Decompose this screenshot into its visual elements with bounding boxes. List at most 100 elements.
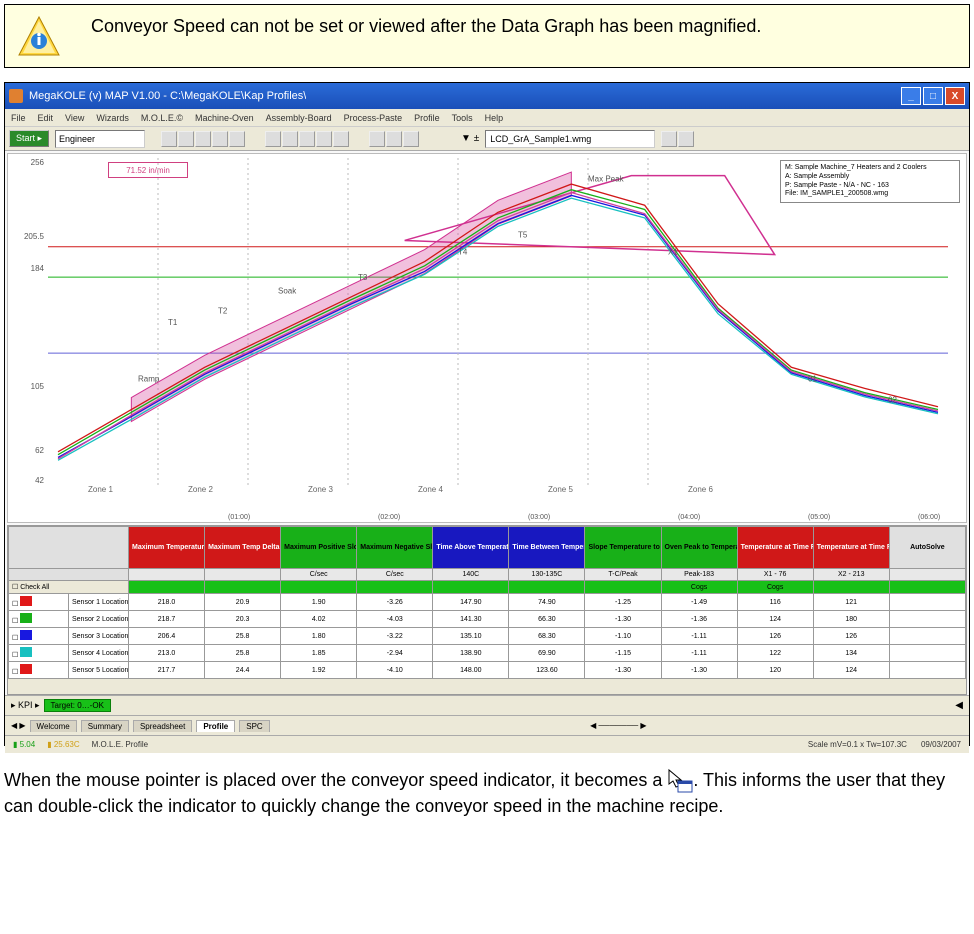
toolbar-icon-group-1 (161, 131, 245, 147)
menubar: File Edit View Wizards M.O.L.E.© Machine… (5, 109, 969, 127)
parameter-table: Maximum TemperatureMaximum Temp DeltaMax… (7, 525, 967, 695)
status-date: 09/03/2007 (921, 740, 961, 749)
window-title: MegaKOLE (v) MAP V1.00 - C:\MegaKOLE\Kap… (29, 90, 306, 102)
instruction-text-a: When the mouse pointer is placed over th… (4, 770, 667, 790)
chart-plot: RampSoakT1T2T3T4T5Max PeakX10102 (48, 158, 948, 488)
y-axis-tick: 256 (10, 158, 44, 167)
table-row[interactable]: ☐ Sensor 4 Location213.025.81.85-2.94138… (9, 645, 966, 662)
toolbar-icon[interactable] (161, 131, 177, 147)
svg-text:02: 02 (888, 396, 897, 405)
data-graph[interactable]: 256 205.5 184 105 62 42 71.52 in/min M: … (7, 153, 967, 523)
y-axis-tick: 184 (10, 264, 44, 273)
tab-summary[interactable]: Summary (81, 720, 129, 732)
table-header: Time Between Temperature (509, 527, 585, 569)
target-ok-tab[interactable]: Target: 0…-OK (44, 699, 111, 712)
x-axis-time: (02:00) (378, 514, 400, 521)
x-axis-zone: Zone 6 (688, 485, 713, 494)
menu-tools[interactable]: Tools (452, 113, 473, 123)
start-button[interactable]: Start ▸ (9, 130, 49, 147)
toolbar-icon[interactable] (316, 131, 332, 147)
svg-text:01: 01 (808, 374, 817, 383)
target-tab-row: ▸ KPI ▸ Target: 0…-OK ◀ (5, 695, 969, 715)
toolbar-icon[interactable] (282, 131, 298, 147)
toolbar-icon[interactable] (265, 131, 281, 147)
toolbar: Start ▸ Engineer ▼ ± LCD_GrA_Sample1.wmg (5, 127, 969, 151)
table-header: Slope Temperature to Temp (585, 527, 661, 569)
x-axis-time: (03:00) (528, 514, 550, 521)
toolbar-icon-group-2 (265, 131, 349, 147)
x-axis-zone: Zone 3 (308, 485, 333, 494)
window-minimize-button[interactable]: _ (901, 87, 921, 105)
tab-welcome[interactable]: Welcome (30, 720, 77, 732)
menu-assembly-board[interactable]: Assembly-Board (266, 113, 332, 123)
conveyor-cursor-icon (667, 768, 693, 794)
x-axis-zone: Zone 4 (418, 485, 443, 494)
toolbar-icon[interactable] (386, 131, 402, 147)
toolbar-down-icon[interactable] (678, 131, 694, 147)
status-scale: Scale mV=0.1 x Tw=107.3C (808, 740, 907, 749)
note-text: Conveyor Speed can not be set or viewed … (91, 13, 761, 38)
menu-edit[interactable]: Edit (38, 113, 54, 123)
toolbar-icon[interactable] (403, 131, 419, 147)
svg-text:Ramp: Ramp (138, 374, 160, 383)
table-row[interactable]: ☐ Sensor 3 Location206.425.81.80-3.22135… (9, 628, 966, 645)
svg-text:Max Peak: Max Peak (588, 174, 625, 183)
svg-text:T1: T1 (168, 318, 178, 327)
statusbar: ▮ 5.04 ▮ 25.63C M.O.L.E. Profile Scale m… (5, 735, 969, 753)
table-header: Time Above Temperature Reference Point (… (433, 527, 509, 569)
table-row[interactable]: ☐ Sensor 5 Location217.724.41.92-4.10148… (9, 662, 966, 679)
menu-file[interactable]: File (11, 113, 26, 123)
application-window: MegaKOLE (v) MAP V1.00 - C:\MegaKOLE\Kap… (4, 82, 970, 746)
instruction-paragraph: When the mouse pointer is placed over th… (4, 768, 970, 819)
toolbar-icon[interactable] (369, 131, 385, 147)
status-mode: M.O.L.E. Profile (92, 740, 148, 749)
tab-spc[interactable]: SPC (239, 720, 269, 732)
tab-nav-arrows[interactable]: ◀ ▶ (11, 721, 26, 730)
menu-process-paste[interactable]: Process-Paste (344, 113, 403, 123)
tab-spreadsheet[interactable]: Spreadsheet (133, 720, 192, 732)
menu-machine-oven[interactable]: Machine-Oven (195, 113, 254, 123)
y-axis-tick: 205.5 (10, 232, 44, 241)
x-axis-zone: Zone 5 (548, 485, 573, 494)
user-role-dropdown[interactable]: Engineer (55, 130, 145, 148)
toolbar-icon[interactable] (195, 131, 211, 147)
status-value-2: ▮ 25.63C (47, 740, 79, 749)
status-value-1: ▮ 5.04 (13, 740, 35, 749)
toolbar-up-icon[interactable] (661, 131, 677, 147)
toolbar-icon[interactable] (229, 131, 245, 147)
toolbar-icon[interactable] (178, 131, 194, 147)
x-axis-time: (05:00) (808, 514, 830, 521)
menu-view[interactable]: View (65, 113, 84, 123)
x-axis-time: (06:00) (918, 514, 940, 521)
table-header: Maximum Temp Delta (205, 527, 281, 569)
toolbar-icon[interactable] (333, 131, 349, 147)
window-titlebar[interactable]: MegaKOLE (v) MAP V1.00 - C:\MegaKOLE\Kap… (5, 83, 969, 109)
menu-wizards[interactable]: Wizards (96, 113, 129, 123)
table-header: Maximum Negative Slope (357, 527, 433, 569)
menu-mole[interactable]: M.O.L.E.© (141, 113, 183, 123)
toolbar-icon[interactable] (212, 131, 228, 147)
table-header: Oven Peak to Temperature (661, 527, 737, 569)
menu-profile[interactable]: Profile (414, 113, 440, 123)
table-row[interactable]: ☐ Sensor 1 Location218.020.91.90-3.26147… (9, 594, 966, 611)
table-header: AutoSolve (889, 527, 965, 569)
y-axis-tick: 105 (10, 382, 44, 391)
info-warning-icon (17, 15, 61, 59)
table-header: Temperature at Time Reference (737, 527, 813, 569)
tab-profile[interactable]: Profile (196, 720, 235, 732)
svg-text:T5: T5 (518, 231, 528, 240)
x-axis-zone: Zone 2 (188, 485, 213, 494)
data-table[interactable]: Maximum TemperatureMaximum Temp DeltaMax… (8, 526, 966, 679)
menu-help[interactable]: Help (485, 113, 504, 123)
file-name-field[interactable]: LCD_GrA_Sample1.wmg (485, 130, 655, 148)
window-maximize-button[interactable]: □ (923, 87, 943, 105)
y-axis-tick: 42 (10, 476, 44, 485)
toolbar-icon[interactable] (299, 131, 315, 147)
window-close-button[interactable]: X (945, 87, 965, 105)
table-row[interactable]: ☐ Sensor 2 Location218.720.34.02-4.03141… (9, 611, 966, 628)
bottom-tabs: ◀ ▶ Welcome Summary Spreadsheet Profile … (5, 715, 969, 735)
app-icon (9, 89, 23, 103)
table-header: Temperature at Time Reference (813, 527, 889, 569)
svg-text:Soak: Soak (278, 287, 297, 296)
y-axis-tick: 62 (10, 446, 44, 455)
